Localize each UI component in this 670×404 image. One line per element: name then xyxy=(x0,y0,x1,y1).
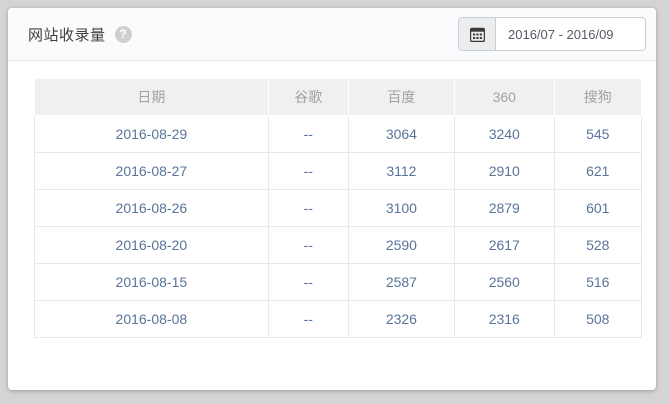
panel-title: 网站收录量 xyxy=(28,24,106,45)
table-cell-date: 2016-08-15 xyxy=(35,264,269,301)
table-cell-google: -- xyxy=(268,116,348,153)
date-range-input[interactable] xyxy=(496,18,645,50)
table-row: 2016-08-27--31122910621 xyxy=(35,153,642,190)
column-header-baidu: 百度 xyxy=(348,79,454,116)
table-cell-google: -- xyxy=(268,153,348,190)
table-cell-date: 2016-08-20 xyxy=(35,227,269,264)
table-cell-google: -- xyxy=(268,264,348,301)
table-cell-date: 2016-08-08 xyxy=(35,301,269,338)
table-cell-360: 2316 xyxy=(455,301,555,338)
table-cell-google: -- xyxy=(268,301,348,338)
table-cell-360: 3240 xyxy=(455,116,555,153)
table-cell-baidu: 2326 xyxy=(348,301,454,338)
table-cell-sogou: 516 xyxy=(554,264,641,301)
table-header-row: 日期谷歌百度360搜狗 xyxy=(35,79,642,116)
table-cell-sogou: 528 xyxy=(554,227,641,264)
column-header-360: 360 xyxy=(455,79,555,116)
table-row: 2016-08-26--31002879601 xyxy=(35,190,642,227)
table-cell-baidu: 3064 xyxy=(348,116,454,153)
panel-body: 日期谷歌百度360搜狗 2016-08-29--306432405452016-… xyxy=(8,61,656,338)
table-cell-baidu: 2587 xyxy=(348,264,454,301)
table-cell-360: 2560 xyxy=(455,264,555,301)
table-row: 2016-08-29--30643240545 xyxy=(35,116,642,153)
table-cell-sogou: 621 xyxy=(554,153,641,190)
table-cell-sogou: 601 xyxy=(554,190,641,227)
table-row: 2016-08-20--25902617528 xyxy=(35,227,642,264)
table-row: 2016-08-15--25872560516 xyxy=(35,264,642,301)
table-body: 2016-08-29--306432405452016-08-27--31122… xyxy=(35,116,642,338)
site-index-panel: 网站收录量 ? 日期谷歌百度360搜狗 xyxy=(8,8,656,390)
column-header-google: 谷歌 xyxy=(268,79,348,116)
index-table: 日期谷歌百度360搜狗 2016-08-29--306432405452016-… xyxy=(34,78,642,338)
table-cell-baidu: 2590 xyxy=(348,227,454,264)
column-header-date: 日期 xyxy=(35,79,269,116)
calendar-icon[interactable] xyxy=(459,18,496,50)
table-cell-date: 2016-08-26 xyxy=(35,190,269,227)
table-cell-sogou: 545 xyxy=(554,116,641,153)
table-cell-google: -- xyxy=(268,227,348,264)
table-cell-date: 2016-08-27 xyxy=(35,153,269,190)
panel-header: 网站收录量 ? xyxy=(8,8,656,61)
table-cell-360: 2879 xyxy=(455,190,555,227)
table-row: 2016-08-08--23262316508 xyxy=(35,301,642,338)
help-icon[interactable]: ? xyxy=(115,26,132,43)
date-range-picker[interactable] xyxy=(458,17,646,51)
table-cell-date: 2016-08-29 xyxy=(35,116,269,153)
table-cell-360: 2617 xyxy=(455,227,555,264)
column-header-sogou: 搜狗 xyxy=(554,79,641,116)
table-cell-baidu: 3112 xyxy=(348,153,454,190)
table-cell-baidu: 3100 xyxy=(348,190,454,227)
page-background: { "header": { "title": "网站收录量", "date_ra… xyxy=(0,0,670,404)
table-cell-sogou: 508 xyxy=(554,301,641,338)
table-cell-360: 2910 xyxy=(455,153,555,190)
table-cell-google: -- xyxy=(268,190,348,227)
